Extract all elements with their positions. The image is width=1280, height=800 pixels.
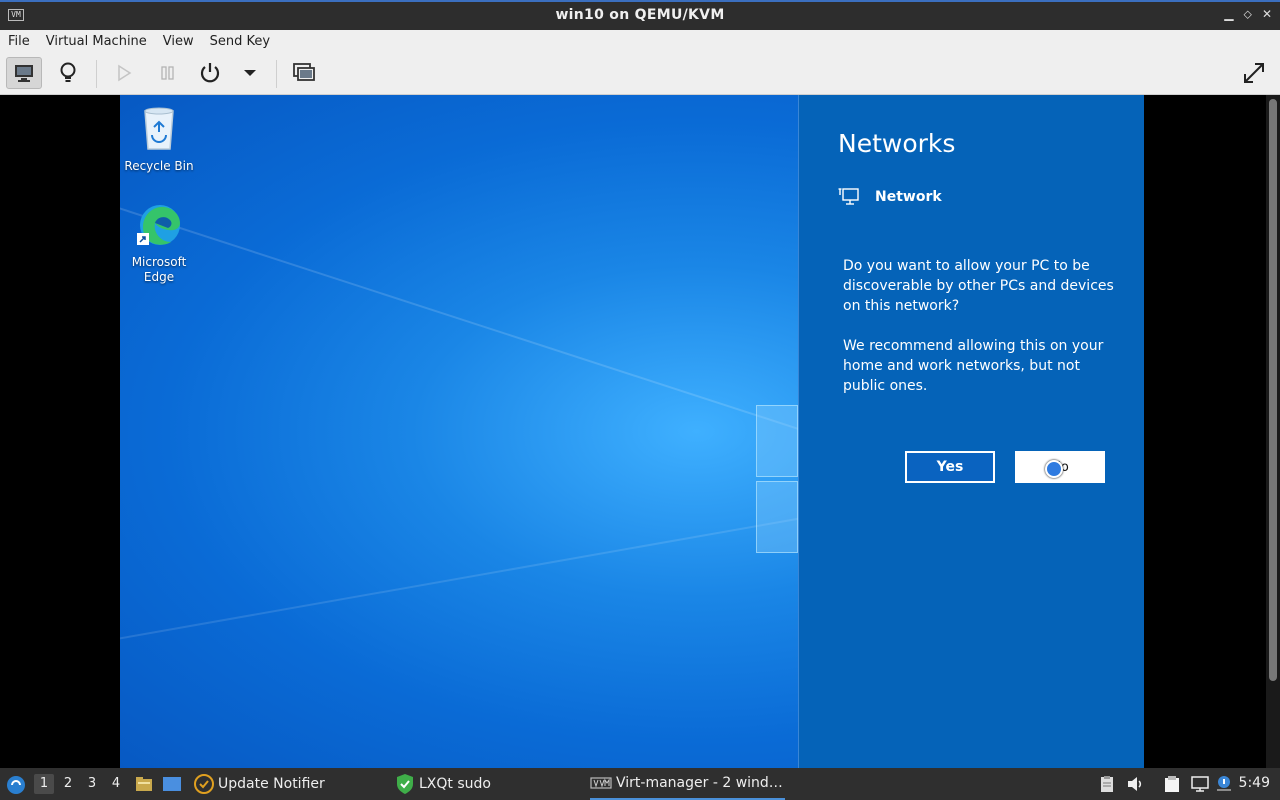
tray-network[interactable] bbox=[1190, 774, 1210, 794]
menu-file[interactable]: File bbox=[8, 34, 30, 49]
edge-label: Microsoft Edge bbox=[131, 255, 187, 284]
power-icon bbox=[200, 63, 220, 83]
task-virt-manager[interactable]: Virt-manager - 2 wind… bbox=[590, 768, 785, 800]
virt-manager-icon bbox=[590, 777, 612, 789]
workspace-2[interactable]: 2 bbox=[58, 774, 78, 794]
file-manager-launcher[interactable] bbox=[134, 774, 154, 794]
workspace-4[interactable]: 4 bbox=[106, 774, 126, 794]
desktop-icon bbox=[163, 777, 181, 791]
discoverable-recommendation: We recommend allowing this on your home … bbox=[843, 338, 1104, 394]
show-console-button[interactable] bbox=[6, 57, 42, 89]
dropdown-arrow-icon bbox=[244, 70, 256, 76]
network-tray-icon bbox=[1191, 776, 1209, 792]
pause-icon bbox=[161, 66, 174, 80]
host-taskbar: 1 2 3 4 Update Notifier LXQt sudo Virt-m… bbox=[0, 768, 1280, 800]
snapshots-icon bbox=[293, 63, 315, 81]
windows-logo bbox=[756, 405, 798, 553]
shield-check-icon bbox=[397, 774, 413, 794]
fullscreen-icon bbox=[1244, 63, 1264, 83]
task-label: LXQt sudo bbox=[419, 776, 491, 792]
recycle-bin-icon bbox=[144, 107, 174, 150]
pause-button[interactable] bbox=[150, 57, 186, 89]
lightbulb-icon bbox=[60, 62, 76, 82]
speaker-icon bbox=[1128, 777, 1142, 791]
fullscreen-button[interactable] bbox=[1236, 57, 1272, 89]
network-entry[interactable]: Network bbox=[838, 187, 942, 207]
window-title: win10 on QEMU/KVM bbox=[555, 7, 725, 23]
monitor-icon bbox=[15, 65, 33, 82]
restore-button[interactable]: ⬦ bbox=[1244, 7, 1252, 22]
task-label: Update Notifier bbox=[218, 776, 325, 792]
tray-clipboard[interactable] bbox=[1097, 774, 1117, 794]
task-label: Virt-manager - 2 wind… bbox=[616, 775, 783, 791]
menu-send-key[interactable]: Send Key bbox=[210, 34, 270, 49]
menu-bar: File Virtual Machine View Send Key bbox=[0, 30, 1280, 52]
app-menu-button[interactable] bbox=[5, 774, 27, 796]
discoverable-question: Do you want to allow your PC to be disco… bbox=[843, 258, 1114, 314]
lxqt-menu-icon bbox=[7, 776, 25, 794]
guest-desktop[interactable]: Recycle Bin Microsoft Edge bbox=[120, 95, 798, 768]
workspace-1[interactable]: 1 bbox=[34, 774, 54, 794]
workspace-3[interactable]: 3 bbox=[82, 774, 102, 794]
info-icon bbox=[1217, 776, 1231, 791]
show-desktop-launcher[interactable] bbox=[162, 774, 182, 794]
minimize-button[interactable]: ▁ bbox=[1224, 7, 1233, 22]
edge-icon bbox=[137, 205, 180, 245]
tray-notification[interactable] bbox=[1214, 774, 1234, 794]
networks-pane: Networks Network Do you want to allow yo… bbox=[798, 95, 1144, 768]
vertical-scrollbar[interactable] bbox=[1266, 95, 1280, 768]
shutdown-button[interactable] bbox=[192, 57, 228, 89]
update-notifier-icon bbox=[194, 774, 214, 794]
task-update-notifier[interactable]: Update Notifier bbox=[193, 768, 383, 800]
recycle-bin-label: Recycle Bin bbox=[124, 159, 194, 173]
snapshots-button[interactable] bbox=[286, 57, 322, 89]
show-details-button[interactable] bbox=[50, 57, 86, 89]
notes-icon bbox=[1165, 776, 1179, 792]
mouse-cursor-icon bbox=[1045, 460, 1063, 478]
play-icon bbox=[118, 64, 132, 82]
window-titlebar: VM win10 on QEMU/KVM ▁ ⬦ ✕ bbox=[0, 0, 1280, 30]
yes-button[interactable]: Yes bbox=[905, 451, 995, 483]
scrollbar-thumb[interactable] bbox=[1269, 99, 1277, 681]
desktop-icon-microsoft-edge[interactable]: Microsoft Edge bbox=[120, 201, 198, 285]
shutdown-menu-button[interactable] bbox=[232, 57, 268, 89]
clock[interactable]: 5:49 bbox=[1239, 775, 1270, 791]
clipboard-icon bbox=[1101, 776, 1113, 792]
menu-virtual-machine[interactable]: Virtual Machine bbox=[46, 34, 147, 49]
networks-title: Networks bbox=[838, 129, 956, 158]
task-lxqt-sudo[interactable]: LXQt sudo bbox=[395, 768, 575, 800]
folder-icon bbox=[136, 777, 152, 791]
network-computer-icon bbox=[838, 188, 859, 205]
toolbar bbox=[0, 52, 1280, 95]
close-button[interactable]: ✕ bbox=[1262, 7, 1272, 22]
network-name: Network bbox=[875, 189, 942, 205]
tray-volume[interactable] bbox=[1125, 774, 1145, 794]
run-button[interactable] bbox=[106, 57, 142, 89]
tray-notes[interactable] bbox=[1162, 774, 1182, 794]
menu-view[interactable]: View bbox=[163, 34, 194, 49]
desktop-icon-recycle-bin[interactable]: Recycle Bin bbox=[120, 105, 198, 174]
